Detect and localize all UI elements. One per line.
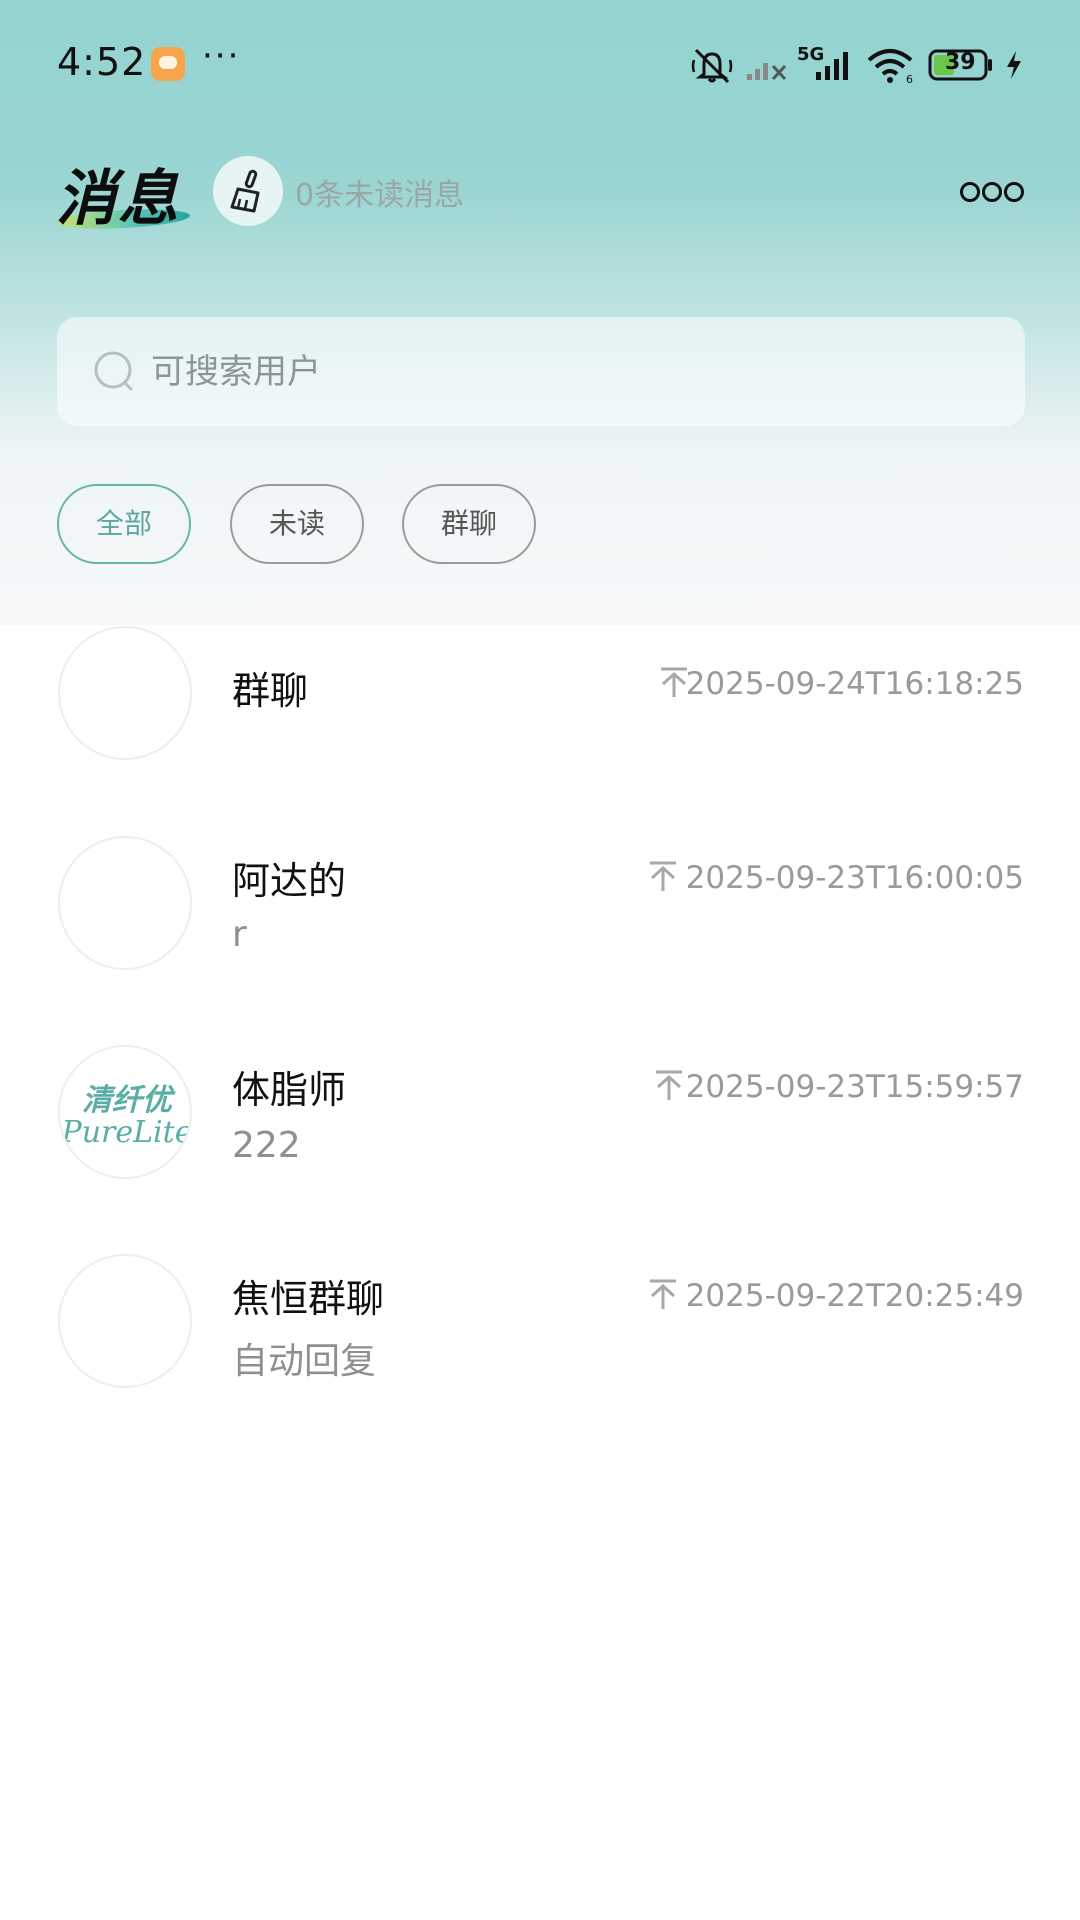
app-notification-icon (151, 47, 185, 81)
avatar-purelite-logo: 清纤优 PureLite (58, 1045, 192, 1179)
conversation-item[interactable]: 焦恒群聊 自动回复 2025-09-22T20:25:49 (0, 1254, 1080, 1444)
conversation-name: 群聊 (232, 669, 309, 713)
battery-level: 39 (945, 50, 976, 75)
pin-top-icon (650, 1279, 676, 1309)
page-title: 消息 (56, 164, 180, 234)
avatar-logo-cn-text: 清纤优 (82, 1083, 172, 1118)
conversation-item[interactable]: 群聊 2025-09-24T16:18:25 (0, 626, 1080, 816)
status-bar: 4:52 ··· 5G 6 39 (0, 0, 1080, 130)
avatar (58, 626, 192, 760)
conversation-time: 2025-09-23T15:59:57 (685, 1069, 1024, 1105)
tab-all[interactable]: 全部 (57, 484, 191, 564)
conversation-time: 2025-09-23T16:00:05 (685, 860, 1024, 896)
signal-none-icon (747, 63, 787, 81)
broom-icon (230, 169, 260, 213)
search-icon (94, 351, 133, 391)
conversation-item[interactable]: 阿达的 r 2025-09-23T16:00:05 (0, 836, 1080, 1026)
pin-top-icon (656, 1070, 682, 1100)
conversation-name: 体脂师 (232, 1068, 347, 1112)
conversation-preview: 自动回复 (232, 1341, 377, 1382)
more-options-button[interactable] (960, 170, 1024, 210)
status-more-text: ··· (202, 36, 241, 76)
tab-unread[interactable]: 未读 (230, 484, 364, 564)
conversation-item[interactable]: 清纤优 PureLite 体脂师 222 2025-09-23T15:59:57 (0, 1045, 1080, 1235)
search-input[interactable] (149, 341, 993, 403)
conversation-preview: r (232, 914, 247, 955)
unread-count-text: 0条未读消息 (295, 178, 465, 213)
wifi-icon: 6 (867, 49, 913, 84)
avatar (58, 1254, 192, 1388)
tab-group-chat[interactable]: 群聊 (402, 484, 536, 564)
svg-text:6: 6 (906, 73, 913, 84)
more-dot (982, 182, 1002, 202)
charging-icon (1007, 51, 1021, 79)
search-box[interactable] (57, 317, 1025, 426)
more-dots-icon (960, 182, 980, 202)
avatar-logo-en-text: PureLite (61, 1115, 192, 1150)
conversation-time: 2025-09-22T20:25:49 (685, 1278, 1024, 1314)
status-time: 4:52 (57, 40, 147, 84)
pin-top-icon (650, 861, 676, 891)
conversation-name: 焦恒群聊 (232, 1277, 385, 1321)
conversation-preview: 222 (232, 1125, 301, 1166)
signal-5g-icon (816, 52, 848, 80)
mute-icon (691, 48, 733, 84)
conversation-time: 2025-09-24T16:18:25 (685, 666, 1024, 702)
avatar (58, 836, 192, 970)
conversation-name: 阿达的 (232, 859, 347, 903)
clear-unread-button[interactable] (213, 156, 283, 226)
more-dot (1004, 182, 1024, 202)
